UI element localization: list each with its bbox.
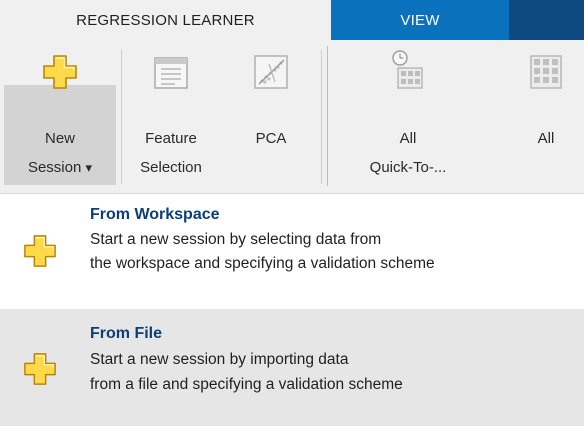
menu-item-description-line2: the workspace and specifying a validatio… <box>90 255 435 272</box>
new-session-label-text: Session <box>27 159 82 176</box>
menu-item-description-line2: from a file and specifying a validation … <box>90 376 403 393</box>
all-quick-to-train-button[interactable]: All Quick-To-... <box>348 40 468 193</box>
all-models-button[interactable]: All <box>513 40 579 193</box>
new-session-dropdown-menu: From Workspace Start a new session by se… <box>0 194 584 426</box>
plus-icon <box>24 353 56 385</box>
new-session-label-line2: Session ▾ <box>4 157 116 178</box>
feature-selection-label-line1: Feature <box>145 130 197 147</box>
pca-icon <box>254 55 288 89</box>
menu-item-description-line1: Start a new session by selecting data fr… <box>90 231 382 248</box>
toolstrip-divider <box>321 50 322 184</box>
menu-item-title: From File <box>90 325 163 342</box>
chevron-down-icon: ▾ <box>85 160 93 175</box>
feature-selection-icon <box>154 57 188 89</box>
tab-strip: REGRESSION LEARNER VIEW <box>0 0 584 40</box>
toolstrip-divider <box>121 50 122 184</box>
tab-regression-learner[interactable]: REGRESSION LEARNER <box>0 0 331 40</box>
all-quick-icon <box>392 50 423 89</box>
tab-view[interactable]: VIEW <box>331 0 509 40</box>
all-quick-label-line2: Quick-To-... <box>369 159 447 176</box>
feature-selection-button[interactable]: Feature Selection <box>130 40 212 193</box>
menu-item-description-line1: Start a new session by importing data <box>90 351 349 368</box>
plus-icon <box>43 55 77 89</box>
all-models-label: All <box>537 130 555 147</box>
pca-button[interactable]: PCA <box>240 40 302 193</box>
all-models-icon <box>530 55 562 89</box>
tab-strip-filler <box>509 0 584 40</box>
new-session-label-line1: New <box>44 130 75 147</box>
pca-label: PCA <box>255 130 287 147</box>
toolstrip: New Session ▾ Feature Selection PCA All … <box>0 40 584 194</box>
menu-item-from-file[interactable]: From File Start a new session by importi… <box>0 309 584 426</box>
toolstrip-gallery-border <box>327 46 328 186</box>
menu-item-from-workspace[interactable]: From Workspace Start a new session by se… <box>0 194 584 299</box>
menu-item-title: From Workspace <box>90 206 220 223</box>
all-quick-label-line1: All <box>399 130 417 147</box>
plus-icon <box>24 235 56 267</box>
feature-selection-label-line2: Selection <box>140 159 202 176</box>
new-session-button[interactable]: New Session ▾ <box>4 40 116 193</box>
